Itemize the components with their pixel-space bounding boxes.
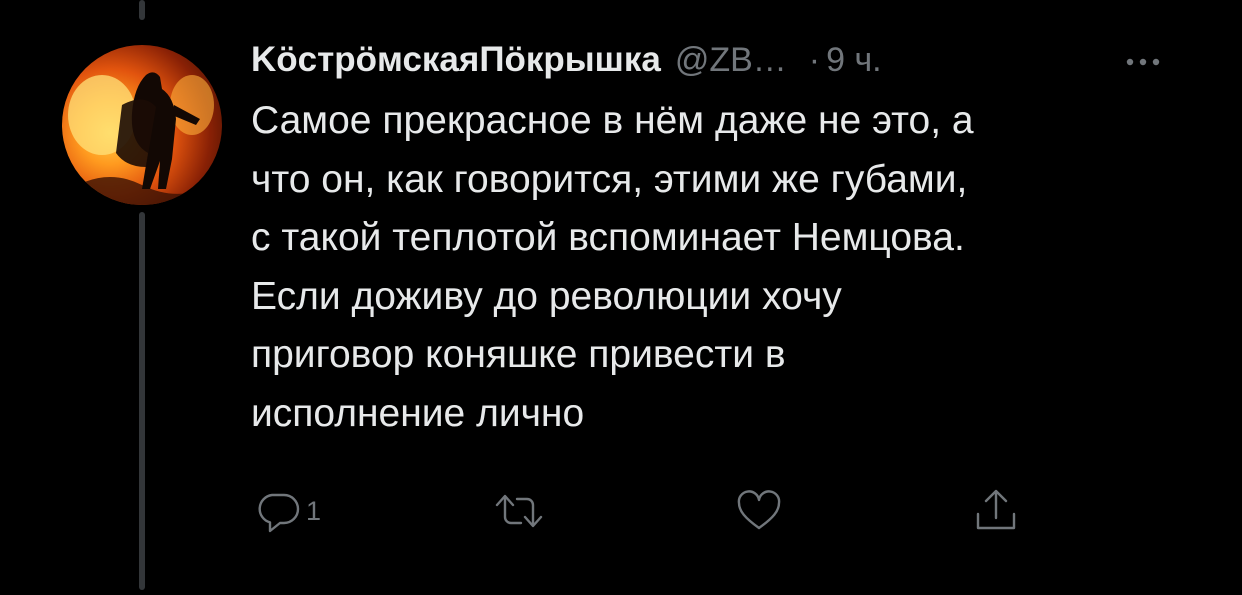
share-icon <box>976 489 1016 530</box>
thread-line-top <box>139 0 145 20</box>
like-button[interactable] <box>735 488 783 534</box>
tweet-text-line: Если доживу до революции хочу <box>251 274 842 318</box>
tweet-text-line: с такой теплотой вспоминает Немцова. <box>251 216 965 259</box>
reply-button[interactable]: 1 <box>254 488 321 534</box>
avatar[interactable] <box>62 45 222 205</box>
thread-line-bottom <box>139 212 145 590</box>
reply-count: 1 <box>306 495 322 526</box>
tweet-text-line: что он, как говорится, этими же губами, <box>251 157 968 201</box>
tweet-text-line: Самое прекрасное в нём даже не это, а <box>251 99 974 142</box>
tweet-time[interactable]: 9 ч. <box>826 41 882 80</box>
user-handle[interactable]: @ZB… <box>675 41 787 80</box>
tweet-header: KöстрöмскаяПöкрышка @ZB… · 9 ч. <box>251 36 1191 84</box>
share-button[interactable] <box>972 488 1020 534</box>
heart-icon <box>737 490 781 530</box>
retweet-icon <box>495 494 543 528</box>
separator-dot: · <box>808 40 821 79</box>
more-icon[interactable] <box>1120 36 1176 84</box>
retweet-button[interactable] <box>492 488 546 534</box>
reply-icon <box>258 493 300 533</box>
tweet-text-line: исполнение лично <box>251 391 585 435</box>
display-name[interactable]: KöстрöмскаяПöкрышка <box>251 40 661 80</box>
avatar-image <box>62 72 222 205</box>
tweet-text-line: приговор коняшке привести в <box>251 333 786 376</box>
tweet-text: Самое прекрасное в нём даже не это, а чт… <box>251 92 1211 443</box>
